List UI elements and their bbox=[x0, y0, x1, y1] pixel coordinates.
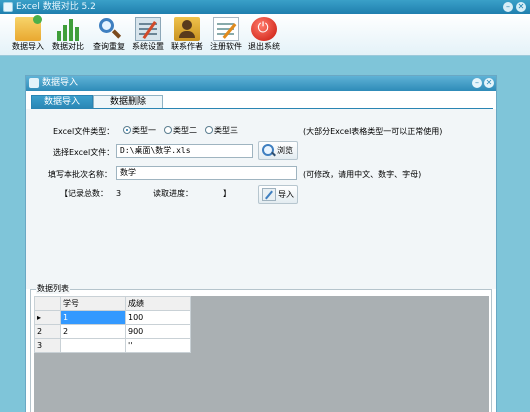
toolbar-compare-button[interactable]: 数据对比 bbox=[48, 16, 88, 56]
app-title: Excel 数据对比 5.2 bbox=[16, 2, 96, 12]
import-form: Excel文件类型： 类型一 类型二 类型三 (大部分Excel表格类型一可以正… bbox=[26, 109, 496, 289]
radio-type-1-label: 类型一 bbox=[132, 126, 156, 135]
column-header-score[interactable]: 成绩 bbox=[125, 296, 191, 311]
toolbar-compare-label: 数据对比 bbox=[52, 42, 84, 51]
radio-dot-icon bbox=[164, 126, 172, 134]
table-cell[interactable]: 900 bbox=[125, 324, 191, 339]
batch-name-hint: (可修改，请用中文、数字、字母) bbox=[303, 170, 422, 179]
table-cell[interactable]: 1 bbox=[60, 310, 126, 325]
radio-type-2-label: 类型二 bbox=[173, 126, 197, 135]
toolbar-register-button[interactable]: 注册软件 bbox=[206, 16, 246, 56]
dialog-titlebar: 数据导入 – ✕ bbox=[26, 76, 496, 91]
row-header-corner bbox=[34, 296, 61, 311]
app-logo-icon bbox=[3, 2, 13, 12]
browse-button[interactable]: 浏览 bbox=[258, 141, 298, 160]
tab-delete[interactable]: 数据删除 bbox=[93, 95, 163, 109]
table-row[interactable]: ▸ 1 100 bbox=[34, 310, 191, 325]
row-marker[interactable]: 3 bbox=[34, 338, 61, 353]
toolbar-import-button[interactable]: 数据导入 bbox=[8, 15, 48, 56]
data-table: 学号 成绩 ▸ 1 100 2 2 900 3 '' bbox=[34, 296, 191, 353]
toolbar-contact-button[interactable]: 联系作者 bbox=[167, 16, 207, 56]
toolbar-settings-button[interactable]: 系统设置 bbox=[128, 16, 168, 56]
radio-type-1[interactable]: 类型一 bbox=[123, 125, 156, 136]
record-total-label: 【记录总数： bbox=[60, 189, 108, 198]
record-total-value: 3 bbox=[116, 189, 122, 198]
file-type-label: Excel文件类型： bbox=[53, 127, 115, 136]
radio-type-3-label: 类型三 bbox=[214, 126, 238, 135]
import-icon bbox=[262, 188, 276, 201]
dialog-title: 数据导入 bbox=[42, 78, 79, 88]
close-icon[interactable]: ✕ bbox=[516, 2, 526, 12]
toolbar-settings-label: 系统设置 bbox=[132, 42, 164, 51]
settings-icon bbox=[135, 17, 161, 41]
data-grid[interactable]: 学号 成绩 ▸ 1 100 2 2 900 3 '' bbox=[34, 296, 489, 412]
bar-chart-icon bbox=[55, 17, 81, 41]
dialog-minimize-icon[interactable]: – bbox=[472, 78, 482, 88]
progress-label: 读取进度： bbox=[153, 189, 193, 198]
toolbar-import-label: 数据导入 bbox=[12, 42, 44, 51]
table-cell[interactable]: 2 bbox=[60, 324, 126, 339]
toolbar-register-label: 注册软件 bbox=[210, 42, 242, 51]
radio-dot-icon bbox=[123, 126, 131, 134]
import-button[interactable]: 导入 bbox=[258, 185, 298, 204]
magnifier-icon bbox=[96, 17, 122, 41]
batch-name-label: 填写本批次名称： bbox=[48, 170, 112, 179]
table-row[interactable]: 3 '' bbox=[34, 338, 191, 353]
radio-type-2[interactable]: 类型二 bbox=[164, 125, 197, 136]
table-cell[interactable]: '' bbox=[125, 338, 191, 353]
batch-name-input[interactable]: 数学 bbox=[116, 166, 297, 180]
column-header-id[interactable]: 学号 bbox=[60, 296, 126, 311]
file-type-hint: (大部分Excel表格类型一可以正常使用) bbox=[303, 127, 443, 136]
toolbar-duplicate-button[interactable]: 查询重复 bbox=[89, 16, 129, 56]
app-titlebar: Excel 数据对比 5.2 – ✕ bbox=[0, 0, 530, 14]
import-label: 导入 bbox=[278, 190, 294, 199]
toolbar-exit-button[interactable]: 退出系统 bbox=[244, 16, 284, 56]
file-path-input[interactable]: D:\桌面\数学.xls bbox=[116, 144, 253, 158]
toolbar: 数据导入 数据对比 查询重复 系统设置 联系作者 注册软件 退出系统 bbox=[0, 14, 530, 56]
contact-icon bbox=[174, 17, 200, 41]
folder-import-icon bbox=[15, 15, 42, 41]
table-header-row: 学号 成绩 bbox=[34, 296, 191, 311]
radio-type-3[interactable]: 类型三 bbox=[205, 125, 238, 136]
toolbar-duplicate-label: 查询重复 bbox=[93, 42, 125, 51]
import-dialog: 数据导入 – ✕ 数据导入 数据删除 Excel文件类型： 类型一 类型二 类型… bbox=[25, 75, 497, 412]
browse-search-icon bbox=[262, 144, 275, 157]
minimize-icon[interactable]: – bbox=[503, 2, 513, 12]
row-marker[interactable]: 2 bbox=[34, 324, 61, 339]
toolbar-exit-label: 退出系统 bbox=[248, 42, 280, 51]
data-list-section: 数据列表 学号 成绩 ▸ 1 100 2 2 900 3 '' bbox=[26, 284, 496, 412]
toolbar-contact-label: 联系作者 bbox=[171, 42, 203, 51]
dialog-logo-icon bbox=[29, 78, 39, 88]
progress-close-bracket: 】 bbox=[223, 189, 231, 198]
table-cell[interactable] bbox=[60, 338, 126, 353]
row-marker[interactable]: ▸ bbox=[34, 310, 61, 325]
table-cell[interactable]: 100 bbox=[125, 310, 191, 325]
browse-label: 浏览 bbox=[277, 146, 293, 155]
data-list-caption: 数据列表 bbox=[36, 284, 70, 294]
register-icon bbox=[213, 17, 239, 41]
table-row[interactable]: 2 2 900 bbox=[34, 324, 191, 339]
file-label: 选择Excel文件： bbox=[53, 148, 115, 157]
power-icon bbox=[251, 17, 277, 41]
dialog-close-icon[interactable]: ✕ bbox=[484, 78, 494, 88]
radio-dot-icon bbox=[205, 126, 213, 134]
tab-import[interactable]: 数据导入 bbox=[31, 95, 93, 109]
